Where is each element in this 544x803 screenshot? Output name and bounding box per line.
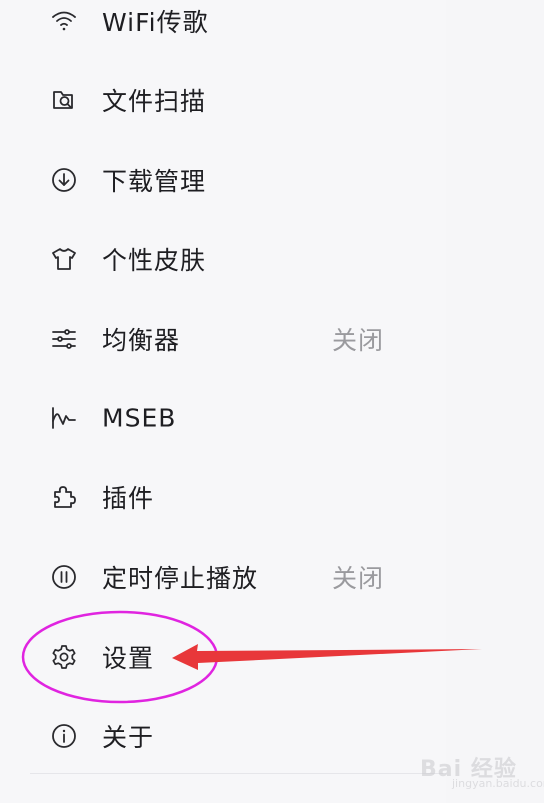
menu-item-label: 个性皮肤	[102, 246, 207, 275]
timer-icon	[50, 563, 78, 591]
menu-item-skin[interactable]: 个性皮肤	[0, 229, 446, 289]
equalizer-icon	[50, 325, 78, 353]
file-scan-icon	[50, 86, 78, 114]
waveform-icon	[50, 404, 78, 432]
watermark-logo: Bai 经验 jingyan.baidu.com	[412, 745, 544, 795]
wifi-icon	[50, 7, 78, 35]
menu-item-label: WiFi传歌	[102, 8, 209, 37]
menu-item-mseb[interactable]: MSEB	[0, 388, 446, 448]
menu-item-label: 关于	[102, 723, 155, 752]
gear-icon	[50, 643, 78, 671]
tshirt-icon	[50, 245, 78, 273]
side-drawer-menu: WiFi传歌 文件扫描 下载管理 个性皮肤 均衡器 关闭 MSEB 插件 定时停…	[0, 0, 446, 803]
menu-item-wifi-transfer[interactable]: WiFi传歌	[0, 0, 446, 51]
menu-item-label: 下载管理	[102, 167, 207, 196]
background-page[interactable]	[446, 0, 544, 803]
menu-item-download-manager[interactable]: 下载管理	[0, 150, 446, 210]
menu-item-file-scan[interactable]: 文件扫描	[0, 70, 446, 130]
menu-item-plugins[interactable]: 插件	[0, 467, 446, 527]
menu-item-label: 均衡器	[102, 326, 181, 355]
menu-item-label: 插件	[102, 484, 155, 513]
download-icon	[50, 166, 78, 194]
info-icon	[50, 722, 78, 750]
puzzle-icon	[50, 483, 78, 511]
equalizer-status: 关闭	[332, 326, 385, 355]
watermark-subtext: jingyan.baidu.com	[452, 777, 544, 790]
menu-item-label: 定时停止播放	[102, 564, 259, 593]
menu-item-sleep-timer[interactable]: 定时停止播放 关闭	[0, 547, 446, 607]
menu-item-settings[interactable]: 设置	[0, 627, 446, 687]
divider	[30, 773, 446, 774]
menu-item-label: 文件扫描	[102, 87, 207, 116]
menu-item-equalizer[interactable]: 均衡器 关闭	[0, 309, 446, 369]
menu-item-about[interactable]: 关于	[0, 706, 446, 766]
menu-item-label: MSEB	[102, 403, 177, 433]
sleep-timer-status: 关闭	[332, 564, 385, 593]
menu-item-label: 设置	[102, 644, 155, 673]
